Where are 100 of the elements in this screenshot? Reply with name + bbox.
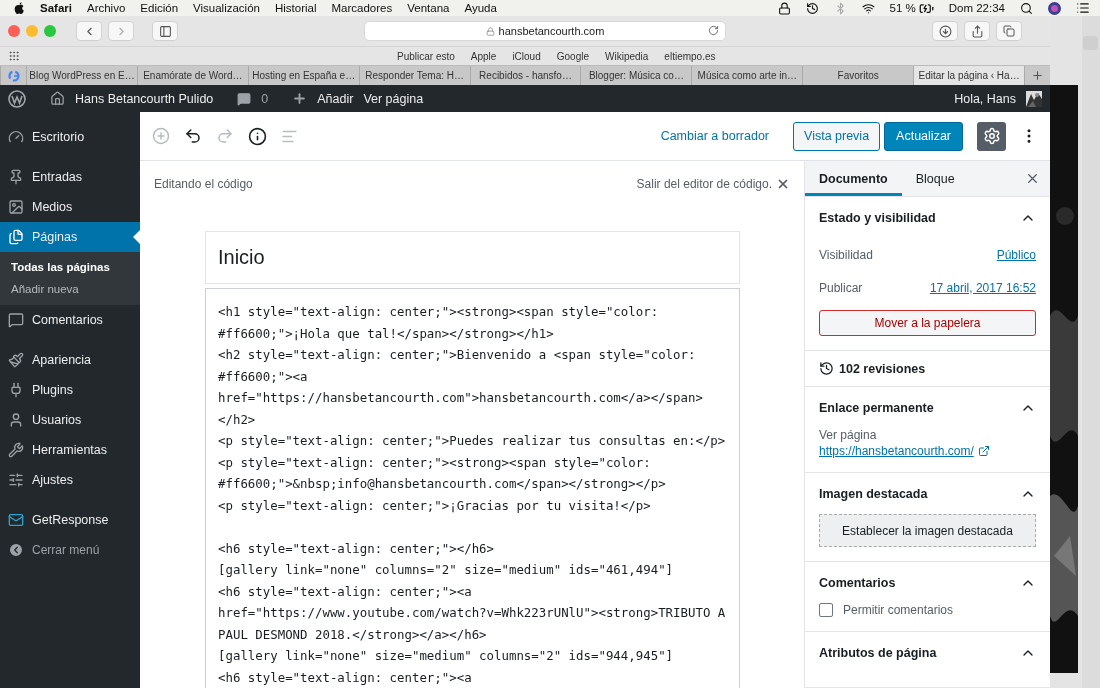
menu-item[interactable]: Ventana	[407, 2, 450, 14]
logo-icon[interactable]	[8, 89, 26, 108]
panel-tab[interactable]: Bloque	[901, 161, 969, 196]
collapse-menu-button[interactable]: Cerrar menú	[0, 535, 140, 565]
list-icon[interactable]	[1076, 1, 1090, 15]
downloads-button[interactable]	[932, 21, 958, 41]
checkbox[interactable]	[819, 603, 833, 617]
menu-item[interactable]: Entradas	[0, 162, 140, 192]
menu-item[interactable]: Plugins	[0, 375, 140, 405]
lock-icon[interactable]	[777, 1, 791, 15]
sidebar-button[interactable]	[152, 21, 178, 41]
bookmark[interactable]: Wikipedia	[605, 50, 649, 62]
code-line: <h6 style="text-align: center;"><a	[218, 668, 473, 687]
history-icon[interactable]	[805, 1, 819, 15]
field-link[interactable]: 17 abril, 2017 16:52	[929, 280, 1036, 295]
menu-item[interactable]: Historial	[274, 2, 317, 14]
menu-item[interactable]: Escritorio	[0, 122, 140, 152]
siri-icon[interactable]	[1048, 1, 1061, 15]
section-title: Estado y visibilidad	[819, 210, 936, 225]
greeting[interactable]: Hola, Hans	[954, 91, 1016, 106]
bookmark[interactable]: Apple	[470, 50, 497, 62]
preview-button[interactable]: Vista previa	[793, 121, 881, 151]
bookmark[interactable]: iCloud	[512, 50, 541, 62]
home-icon[interactable]	[50, 91, 65, 106]
view-page-link[interactable]: Ver página	[363, 91, 424, 106]
address-field[interactable]: hansbetancourth.com	[364, 21, 726, 41]
clock[interactable]: Dom 22:34	[948, 2, 1005, 14]
menu-item[interactable]: Archivo	[86, 2, 126, 14]
menu-item[interactable]: Visualización	[193, 2, 260, 14]
menu-item[interactable]: GetResponse	[0, 505, 140, 535]
menu-icon	[8, 169, 24, 185]
code-editor[interactable]	[205, 288, 740, 688]
menu-item[interactable]: Medios	[0, 192, 140, 222]
field-link[interactable]: Público	[996, 247, 1036, 262]
menu-icon	[8, 472, 24, 488]
back-button[interactable]	[76, 21, 102, 41]
info-icon[interactable]	[248, 126, 267, 146]
permalink-label: Ver página	[819, 428, 878, 442]
exit-code-editor-button[interactable]: Salir del editor de código.	[636, 177, 790, 191]
update-button[interactable]: Actualizar	[884, 121, 963, 151]
code-line: [gallery link="none" size="medium" columns="2" ids="944,945"]	[218, 647, 675, 665]
menu-icon	[8, 442, 24, 458]
section-title: Atributos de página	[819, 645, 937, 660]
permalink-link[interactable]: https://hansbetancourth.com/	[819, 444, 974, 458]
submenu-item[interactable]: Añadir nueva	[0, 280, 140, 298]
code-line: PAUL DESMOND 2018.</strong></a></h6>	[218, 625, 488, 644]
code-line: #ff6600;"><a	[218, 367, 309, 386]
share-icon	[970, 24, 984, 38]
menu-item[interactable]: Comentarios	[0, 305, 140, 335]
comment-icon[interactable]	[237, 91, 252, 106]
code-line: <p style="text-align: center;">¡Gracias por tu visita!</p>	[218, 496, 652, 515]
new-tab-icon[interactable]	[1031, 69, 1044, 82]
code-line: <p style="text-align: center;"><strong><span style="color:	[218, 453, 652, 472]
menu-icon	[8, 512, 24, 528]
battery-percentage: 51 %	[889, 2, 916, 14]
menu-icon	[8, 199, 24, 215]
browser-tab[interactable]: Editar la página ‹ Ha…	[913, 66, 1024, 85]
trash-button[interactable]: Mover a la papelera	[819, 310, 1036, 336]
app-menu[interactable]: Safari	[40, 2, 72, 14]
close-icon[interactable]	[1025, 171, 1040, 186]
bookmark[interactable]: eltiempo.es	[664, 50, 716, 62]
menu-item[interactable]: Páginas	[0, 222, 140, 252]
submenu-item[interactable]: Todas las páginas	[0, 258, 140, 276]
bookmark[interactable]: Publicar esto	[397, 50, 455, 62]
menu-icon	[8, 229, 24, 245]
menu-item[interactable]: Ayuda	[464, 2, 497, 14]
history-icon	[819, 361, 834, 376]
collapse-icon	[8, 542, 24, 558]
plus-icon[interactable]	[292, 91, 308, 106]
code-line: [gallery link="none" columns="2" size="medium" ids="461,494"]	[218, 561, 675, 579]
browser-tab[interactable]: Blog WordPress en E…	[26, 66, 137, 85]
bookmark[interactable]: Google	[556, 50, 589, 62]
add-new-link[interactable]: Añadir	[317, 91, 354, 106]
code-line: </h2>	[218, 410, 257, 429]
undo-icon[interactable]	[184, 127, 202, 145]
search-icon[interactable]	[1020, 1, 1033, 15]
menu-item[interactable]: Ajustes	[0, 465, 140, 495]
menu-item[interactable]: Apariencia	[0, 345, 140, 375]
share-button[interactable]	[964, 21, 990, 41]
menu-item[interactable]: Edición	[140, 2, 179, 14]
comment-count[interactable]: 0	[261, 91, 269, 106]
menu-item[interactable]: Usuarios	[0, 405, 140, 435]
field-label: Visibilidad	[819, 247, 873, 262]
tabs-icon	[1003, 25, 1015, 37]
reload-icon[interactable]	[708, 25, 719, 36]
apple-logo-icon[interactable]	[14, 1, 25, 15]
sidebar-icon	[158, 24, 172, 38]
title-field[interactable]: Inicio	[205, 231, 740, 284]
code-line: href="https://www.youtube.com/watch?v=Whk223rUNlU"><strong>TRIBUTO A	[218, 604, 727, 622]
menu-item[interactable]: Marcadores	[331, 2, 393, 14]
featured-image-button[interactable]: Establecer la imagen destacada	[819, 514, 1036, 547]
panel-tab[interactable]: Documento	[805, 161, 902, 196]
menu-icon	[8, 382, 24, 398]
switch-to-draft-link[interactable]: Cambiar a borrador	[660, 129, 769, 143]
grid-icon[interactable]	[8, 50, 20, 62]
menu-item[interactable]: Herramientas	[0, 435, 140, 465]
settings-button[interactable]	[977, 121, 1006, 151]
wifi-icon[interactable]	[861, 1, 875, 15]
site-name[interactable]: Hans Betancourth Pulido	[75, 91, 214, 106]
code-editor-heading: Editando el código	[154, 177, 253, 191]
